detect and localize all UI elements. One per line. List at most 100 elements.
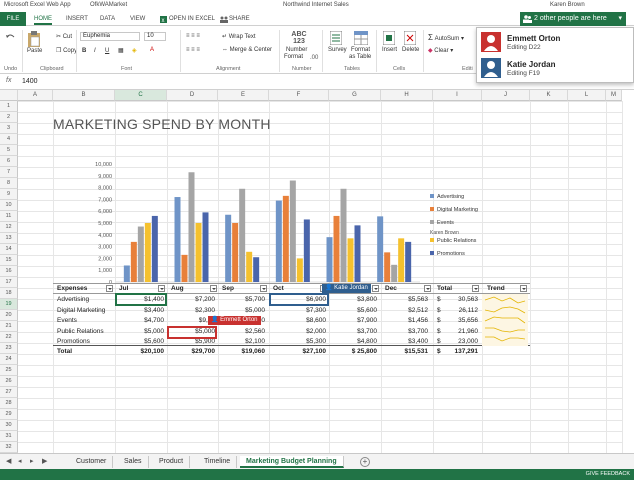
value-cell[interactable]: $2,512 — [382, 305, 428, 316]
tab-home[interactable]: HOME — [34, 14, 52, 25]
column-header-b[interactable]: B — [53, 90, 115, 101]
align-top-icon[interactable]: ≡ ≡ ≡ — [186, 33, 200, 39]
total-cell[interactable]: 137,291 — [446, 346, 478, 357]
sheet-tab-customer[interactable]: Customer — [70, 456, 113, 468]
font-size-select[interactable]: 10 — [144, 32, 166, 41]
format-as-table-icon[interactable] — [354, 31, 368, 45]
survey-button[interactable]: Survey — [328, 47, 347, 53]
row-header-19[interactable]: 19 — [0, 299, 18, 310]
row-header-30[interactable]: 30 — [0, 420, 18, 431]
value-cell[interactable]: $5,600 — [331, 305, 377, 316]
row-label[interactable]: Advertising — [57, 294, 113, 305]
value-cell[interactable]: $3,400 — [118, 305, 164, 316]
value-cell[interactable]: $29,700 — [169, 346, 215, 357]
value-cell[interactable]: $7,300 — [280, 305, 326, 316]
column-header-l[interactable]: L — [568, 90, 606, 101]
sheet-tab-sales[interactable]: Sales — [118, 456, 149, 468]
row-header-24[interactable]: 24 — [0, 354, 18, 365]
filter-dropdown-icon[interactable] — [260, 285, 267, 292]
row-header-8[interactable]: 8 — [0, 178, 18, 189]
row-header-11[interactable]: 11 — [0, 211, 18, 222]
paste-icon[interactable] — [27, 31, 41, 47]
value-cell[interactable]: $20,100 — [118, 346, 164, 357]
row-header-20[interactable]: 20 — [0, 310, 18, 321]
select-all-corner[interactable] — [0, 90, 18, 101]
row-header-22[interactable]: 22 — [0, 332, 18, 343]
row-label[interactable]: Public Relations — [57, 326, 113, 337]
total-cell[interactable]: 21,960 — [446, 326, 478, 337]
copy-button[interactable]: ❐ Copy — [56, 47, 77, 54]
row-header-7[interactable]: 7 — [0, 167, 18, 178]
tab-file[interactable]: FILE — [0, 12, 26, 26]
location-link[interactable]: OfkWAMarket — [90, 2, 127, 8]
filter-dropdown-icon[interactable] — [372, 285, 379, 292]
fill-color-icon[interactable]: ◈ — [132, 47, 137, 54]
presence-item-emmett[interactable]: Emmett Orton Editing D22 — [481, 32, 631, 54]
tab-share[interactable]: SHARE — [220, 14, 250, 25]
filter-dropdown-icon[interactable] — [158, 285, 165, 292]
tab-data[interactable]: DATA — [100, 14, 115, 25]
row-label[interactable]: Total — [57, 346, 113, 357]
presence-button[interactable]: 2 other people are here ▾ — [520, 12, 626, 26]
column-header-f[interactable]: F — [269, 90, 329, 101]
table-header-dec[interactable]: Dec — [385, 283, 425, 294]
column-header-d[interactable]: D — [167, 90, 218, 101]
column-header-j[interactable]: J — [482, 90, 530, 101]
row-header-25[interactable]: 25 — [0, 365, 18, 376]
sheet-tab-timeline[interactable]: Timeline — [198, 456, 237, 468]
row-header-9[interactable]: 9 — [0, 189, 18, 200]
total-cell[interactable]: 30,563 — [446, 294, 478, 305]
row-header-32[interactable]: 32 — [0, 442, 18, 453]
add-sheet-button[interactable]: + — [360, 457, 370, 467]
value-cell[interactable]: $19,060 — [219, 346, 265, 357]
survey-icon[interactable] — [330, 31, 342, 45]
filter-dropdown-icon[interactable] — [520, 285, 527, 292]
row-header-15[interactable]: 15 — [0, 255, 18, 266]
row-header-13[interactable]: 13 — [0, 233, 18, 244]
row-header-6[interactable]: 6 — [0, 156, 18, 167]
value-cell[interactable]: $5,700 — [219, 294, 265, 305]
value-cell[interactable]: $3,800 — [331, 294, 377, 305]
filter-dropdown-icon[interactable] — [210, 285, 217, 292]
bold-button[interactable]: B — [82, 48, 86, 54]
value-cell[interactable]: $5,000 — [118, 326, 164, 337]
row-header-16[interactable]: 16 — [0, 266, 18, 277]
row-header-5[interactable]: 5 — [0, 145, 18, 156]
row-header-3[interactable]: 3 — [0, 123, 18, 134]
filter-dropdown-icon[interactable] — [472, 285, 479, 292]
value-cell[interactable]: $5,563 — [382, 294, 428, 305]
next-sheet-arrow-icon[interactable]: ▸ — [30, 457, 34, 465]
number-format-button[interactable]: Number — [286, 47, 307, 53]
row-header-2[interactable]: 2 — [0, 112, 18, 123]
currency-symbol[interactable]: $ — [437, 326, 445, 337]
column-header-c[interactable]: C — [115, 90, 167, 101]
currency-symbol[interactable]: $ — [437, 346, 445, 357]
filter-dropdown-icon[interactable] — [106, 285, 113, 292]
total-cell[interactable]: 35,656 — [446, 315, 478, 326]
value-cell[interactable]: $7,900 — [331, 315, 377, 326]
formula-input[interactable]: 1400 — [22, 78, 38, 85]
value-cell[interactable]: $3,700 — [382, 326, 428, 337]
borders-icon[interactable]: ▦ — [118, 47, 124, 54]
row-header-28[interactable]: 28 — [0, 398, 18, 409]
sheet-tab-marketing-budget[interactable]: Marketing Budget Planning — [240, 456, 344, 468]
active-cell-c19[interactable] — [115, 293, 167, 306]
value-cell[interactable]: $2,000 — [280, 326, 326, 337]
tab-view[interactable]: VIEW — [130, 14, 145, 25]
column-header-h[interactable]: H — [381, 90, 433, 101]
delete-cells-icon[interactable] — [404, 31, 416, 45]
total-cell[interactable]: 26,112 — [446, 305, 478, 316]
value-cell[interactable]: $15,531 — [382, 346, 428, 357]
column-header-m[interactable]: M — [606, 90, 622, 101]
clear-button[interactable]: ◆ Clear ▾ — [428, 47, 453, 54]
currency-symbol[interactable]: $ — [437, 315, 445, 326]
value-cell[interactable]: $7,200 — [169, 294, 215, 305]
row-header-29[interactable]: 29 — [0, 409, 18, 420]
give-feedback-link[interactable]: GIVE FEEDBACK — [586, 471, 630, 477]
row-header-1[interactable]: 1 — [0, 101, 18, 112]
presence-item-katie[interactable]: Katie Jordan Editing F19 — [481, 58, 631, 80]
table-header-aug[interactable]: Aug — [171, 283, 211, 294]
tab-open-in-excel[interactable]: x OPEN IN EXCEL — [160, 14, 215, 25]
row-label[interactable]: Events — [57, 315, 113, 326]
merge-center-button[interactable]: ⇔ Merge & Center — [222, 47, 272, 53]
